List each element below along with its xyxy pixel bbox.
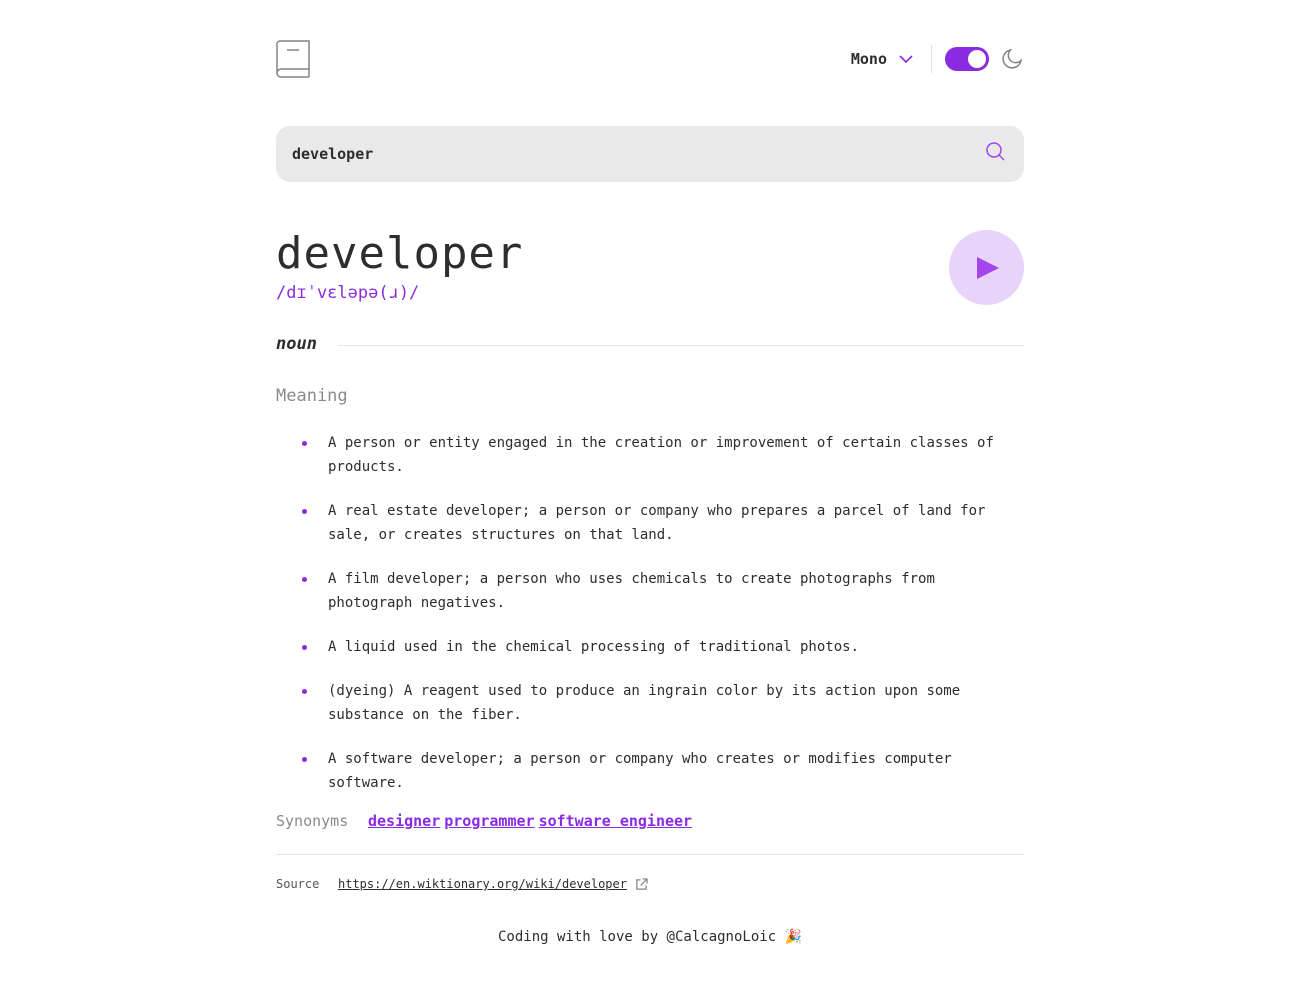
moon-icon[interactable]: [1000, 47, 1024, 71]
part-of-speech: noun: [276, 334, 317, 354]
definition-item: A liquid used in the chemical processing…: [300, 635, 1024, 659]
header: Mono: [276, 40, 1024, 80]
search-icon[interactable]: [985, 142, 1005, 162]
definition-text: A software developer; a person or compan…: [328, 751, 952, 791]
chevron-down-icon: [899, 55, 913, 64]
search-input[interactable]: [292, 126, 952, 182]
definition-item: A film developer; a person who uses chem…: [300, 567, 1024, 615]
bullet: [302, 441, 307, 446]
theme-toggle[interactable]: [945, 47, 989, 71]
definition-text: A liquid used in the chemical processing…: [328, 639, 860, 655]
book-icon: [276, 40, 310, 78]
bullet: [302, 757, 307, 762]
definition-text: (dyeing) A reagent used to produce an in…: [328, 683, 961, 723]
toggle-knob: [968, 50, 986, 68]
play-icon: [977, 257, 999, 279]
synonym-link[interactable]: programmer: [444, 812, 534, 830]
source-divider: [276, 854, 1024, 855]
definition-text: A film developer; a person who uses chem…: [328, 571, 935, 611]
definition-text: A real estate developer; a person or com…: [328, 503, 986, 543]
source-link[interactable]: https://en.wiktionary.org/wiki/developer: [338, 877, 627, 891]
synonyms-label: Synonyms: [276, 812, 349, 830]
font-select[interactable]: Mono: [851, 50, 913, 68]
search-bar: [276, 126, 1024, 182]
bullet: [302, 645, 307, 650]
definition-item: A real estate developer; a person or com…: [300, 499, 1024, 547]
external-link-icon[interactable]: [635, 877, 648, 891]
play-audio-button[interactable]: [949, 230, 1024, 305]
bullet: [302, 509, 307, 514]
definition-list: A person or entity engaged in the creati…: [300, 431, 1024, 815]
bullet: [302, 689, 307, 694]
synonym-link[interactable]: designer: [368, 812, 440, 830]
definition-text: A person or entity engaged in the creati…: [328, 435, 994, 475]
footer-credit: Coding with love by @CalcagnoLoic 🎉: [497, 929, 802, 945]
part-of-speech-row: noun: [276, 334, 1024, 358]
synonyms-row: Synonyms designer programmer software en…: [276, 812, 696, 830]
source-row: Source https://en.wiktionary.org/wiki/de…: [276, 877, 648, 891]
source-label: Source: [276, 877, 320, 891]
part-of-speech-divider: [338, 345, 1024, 346]
bullet: [302, 577, 307, 582]
definition-item: (dyeing) A reagent used to produce an in…: [300, 679, 1024, 727]
header-controls: Mono: [851, 45, 1024, 73]
word-title: developer: [276, 228, 524, 279]
phonetic: /dɪˈvɛləpə(ɹ)/: [276, 283, 420, 303]
definition-item: A software developer; a person or compan…: [300, 747, 1024, 795]
definition-item: A person or entity engaged in the creati…: [300, 431, 1024, 479]
synonym-link[interactable]: software engineer: [539, 812, 693, 830]
meaning-heading: Meaning: [276, 386, 348, 406]
header-divider: [931, 45, 932, 73]
font-select-label: Mono: [850, 50, 887, 68]
